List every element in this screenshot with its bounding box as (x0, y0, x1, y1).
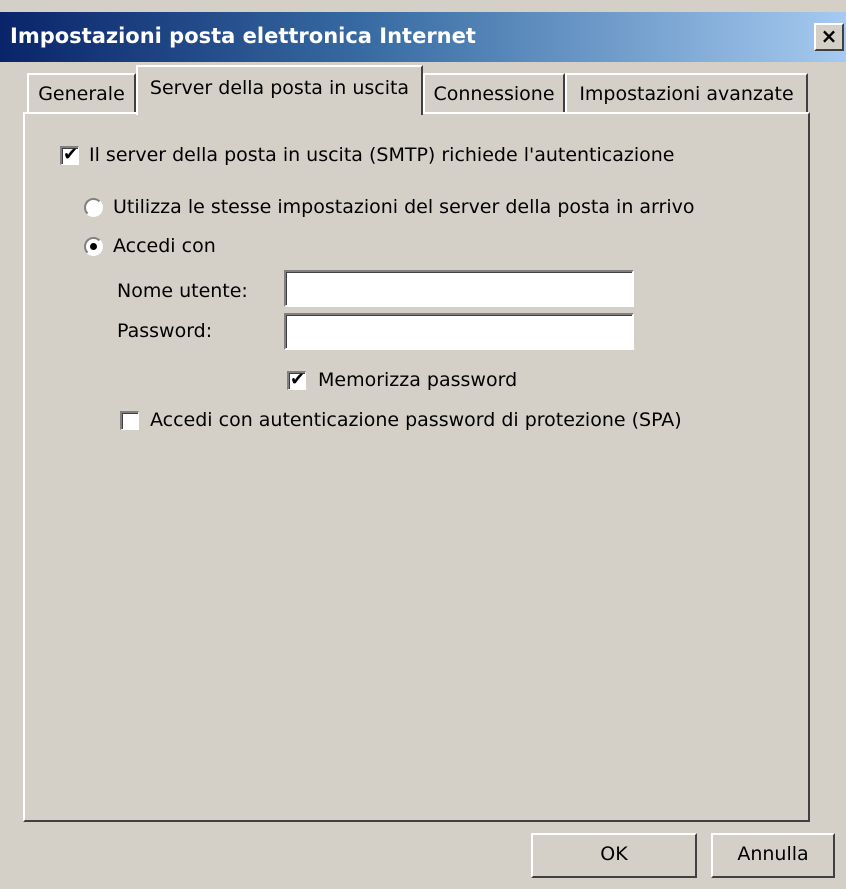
spa-checkbox[interactable] (120, 411, 139, 430)
dialog-window: Impostazioni posta elettronica Internet … (0, 0, 846, 889)
tab-generale-label: Generale (38, 83, 125, 105)
login-with-radio[interactable] (84, 237, 103, 256)
remember-password-checkbox[interactable]: ✔ (287, 369, 306, 390)
tab-generale[interactable]: Generale (27, 73, 136, 113)
ok-button[interactable]: OK (531, 833, 697, 878)
tab-server-posta-uscita-label: Server della posta in uscita (149, 77, 410, 99)
tab-impostazioni-avanzate-label: Impostazioni avanzate (579, 83, 794, 105)
spa-label: Accedi con autenticazione password di pr… (150, 409, 682, 431)
check-icon: ✔ (290, 369, 306, 390)
tab-connessione[interactable]: Connessione (423, 73, 565, 113)
username-label: Nome utente: (117, 280, 248, 302)
password-label: Password: (117, 320, 213, 342)
password-input[interactable] (284, 313, 634, 350)
close-button[interactable]: × (814, 23, 844, 51)
close-icon: × (820, 24, 838, 48)
check-icon: ✔ (63, 144, 79, 165)
login-with-label: Accedi con (113, 235, 216, 257)
use-same-settings-label: Utilizza le stesse impostazioni del serv… (113, 196, 695, 218)
radio-selected-dot (90, 243, 97, 250)
tab-server-posta-uscita[interactable]: Server della posta in uscita (136, 65, 423, 115)
smtp-auth-checkbox[interactable]: ✔ (60, 144, 79, 165)
use-same-settings-radio[interactable] (84, 198, 103, 217)
title-bar: Impostazioni posta elettronica Internet … (0, 12, 846, 62)
ok-button-label: OK (600, 843, 628, 865)
cancel-button[interactable]: Annulla (711, 833, 835, 878)
cancel-button-label: Annulla (737, 843, 809, 865)
tab-impostazioni-avanzate[interactable]: Impostazioni avanzate (565, 73, 808, 113)
tab-connessione-label: Connessione (433, 83, 555, 105)
remember-password-label: Memorizza password (318, 369, 518, 391)
smtp-auth-label: Il server della posta in uscita (SMTP) r… (89, 144, 675, 166)
username-input[interactable] (284, 270, 634, 307)
tab-panel (23, 112, 810, 822)
window-title: Impostazioni posta elettronica Internet (10, 24, 476, 48)
